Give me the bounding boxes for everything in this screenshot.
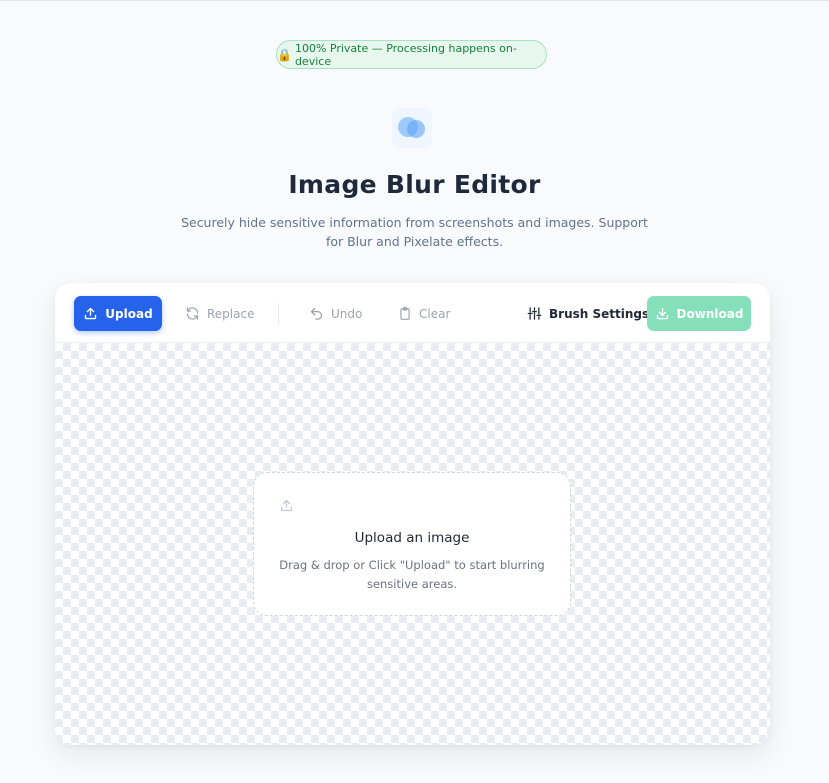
download-button-label: Download — [676, 306, 744, 321]
brush-settings-button[interactable]: Brush Settings — [527, 296, 649, 331]
upload-dropzone[interactable]: Upload an image Drag & drop or Click "Up… — [253, 472, 571, 616]
editor-card: Upload Replace Undo Clear Brush Settings… — [55, 283, 770, 745]
upload-icon — [85, 307, 97, 320]
editor-toolbar: Upload Replace Undo Clear Brush Settings… — [55, 283, 770, 343]
sliders-icon — [527, 307, 542, 320]
page-subtitle: Securely hide sensitive information from… — [181, 215, 648, 249]
toolbar-divider — [278, 303, 279, 324]
editor-canvas[interactable]: Upload an image Drag & drop or Click "Up… — [55, 343, 770, 745]
dropzone-text: Drag & drop or Click "Upload" to start b… — [279, 558, 545, 591]
page-title: Image Blur Editor — [288, 170, 541, 199]
replace-button[interactable]: Replace — [185, 296, 254, 331]
undo-button-label: Undo — [331, 306, 363, 321]
top-divider — [0, 0, 829, 1]
undo-icon — [310, 307, 323, 320]
upload-button[interactable]: Upload — [74, 296, 162, 331]
dropzone-title: Upload an image — [354, 530, 470, 546]
replace-button-label: Replace — [207, 306, 255, 321]
upload-icon — [280, 499, 293, 512]
privacy-badge: 🔒 100% Private — Processing happens on-d… — [276, 40, 547, 69]
brush-settings-label: Brush Settings — [549, 306, 650, 321]
download-button[interactable]: Download — [647, 296, 751, 331]
undo-button[interactable]: Undo — [309, 296, 362, 331]
refresh-icon — [186, 307, 199, 320]
lock-icon: 🔒 — [277, 47, 292, 62]
clear-button[interactable]: Clear — [398, 296, 450, 331]
clear-button-label: Clear — [419, 306, 451, 321]
upload-button-label: Upload — [105, 306, 153, 321]
blur-circles-icon — [392, 108, 432, 148]
privacy-badge-text: 100% Private — Processing happens on-dev… — [294, 41, 517, 68]
download-icon — [656, 307, 668, 320]
clipboard-icon — [400, 307, 410, 320]
